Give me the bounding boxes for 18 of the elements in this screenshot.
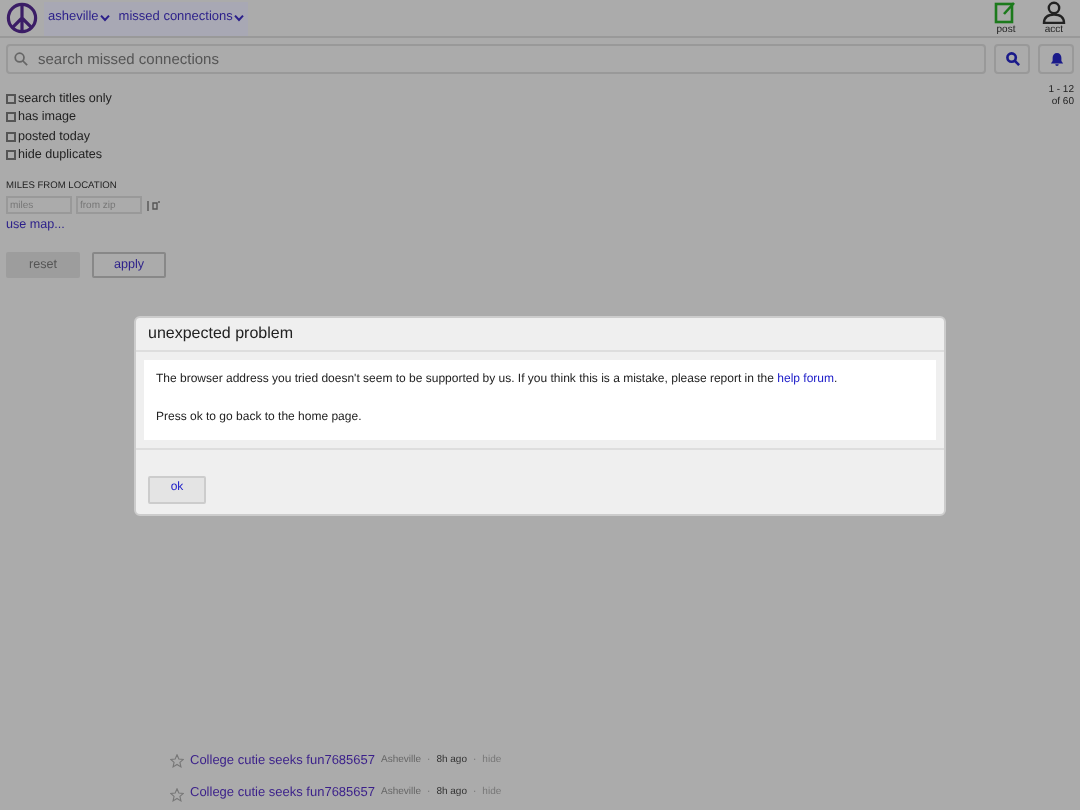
checkbox[interactable] bbox=[6, 150, 16, 161]
search-icon bbox=[1005, 52, 1019, 66]
checkbox[interactable] bbox=[6, 131, 16, 142]
bell-icon bbox=[1049, 52, 1063, 66]
edit-icon bbox=[994, 0, 1018, 24]
checkbox[interactable] bbox=[6, 112, 16, 123]
peace-logo-icon[interactable] bbox=[6, 2, 38, 34]
star-icon[interactable] bbox=[170, 753, 184, 768]
caret-icon bbox=[100, 14, 111, 22]
locate-icon[interactable] bbox=[146, 199, 160, 212]
user-icon bbox=[1042, 0, 1066, 24]
checkbox[interactable] bbox=[6, 94, 16, 105]
alert-button[interactable] bbox=[1038, 44, 1074, 74]
dialog-title: unexpected problem bbox=[136, 318, 944, 352]
star-icon[interactable] bbox=[170, 787, 184, 802]
search-button[interactable] bbox=[994, 44, 1030, 74]
caret-icon bbox=[234, 14, 245, 22]
search-icon bbox=[14, 52, 28, 66]
